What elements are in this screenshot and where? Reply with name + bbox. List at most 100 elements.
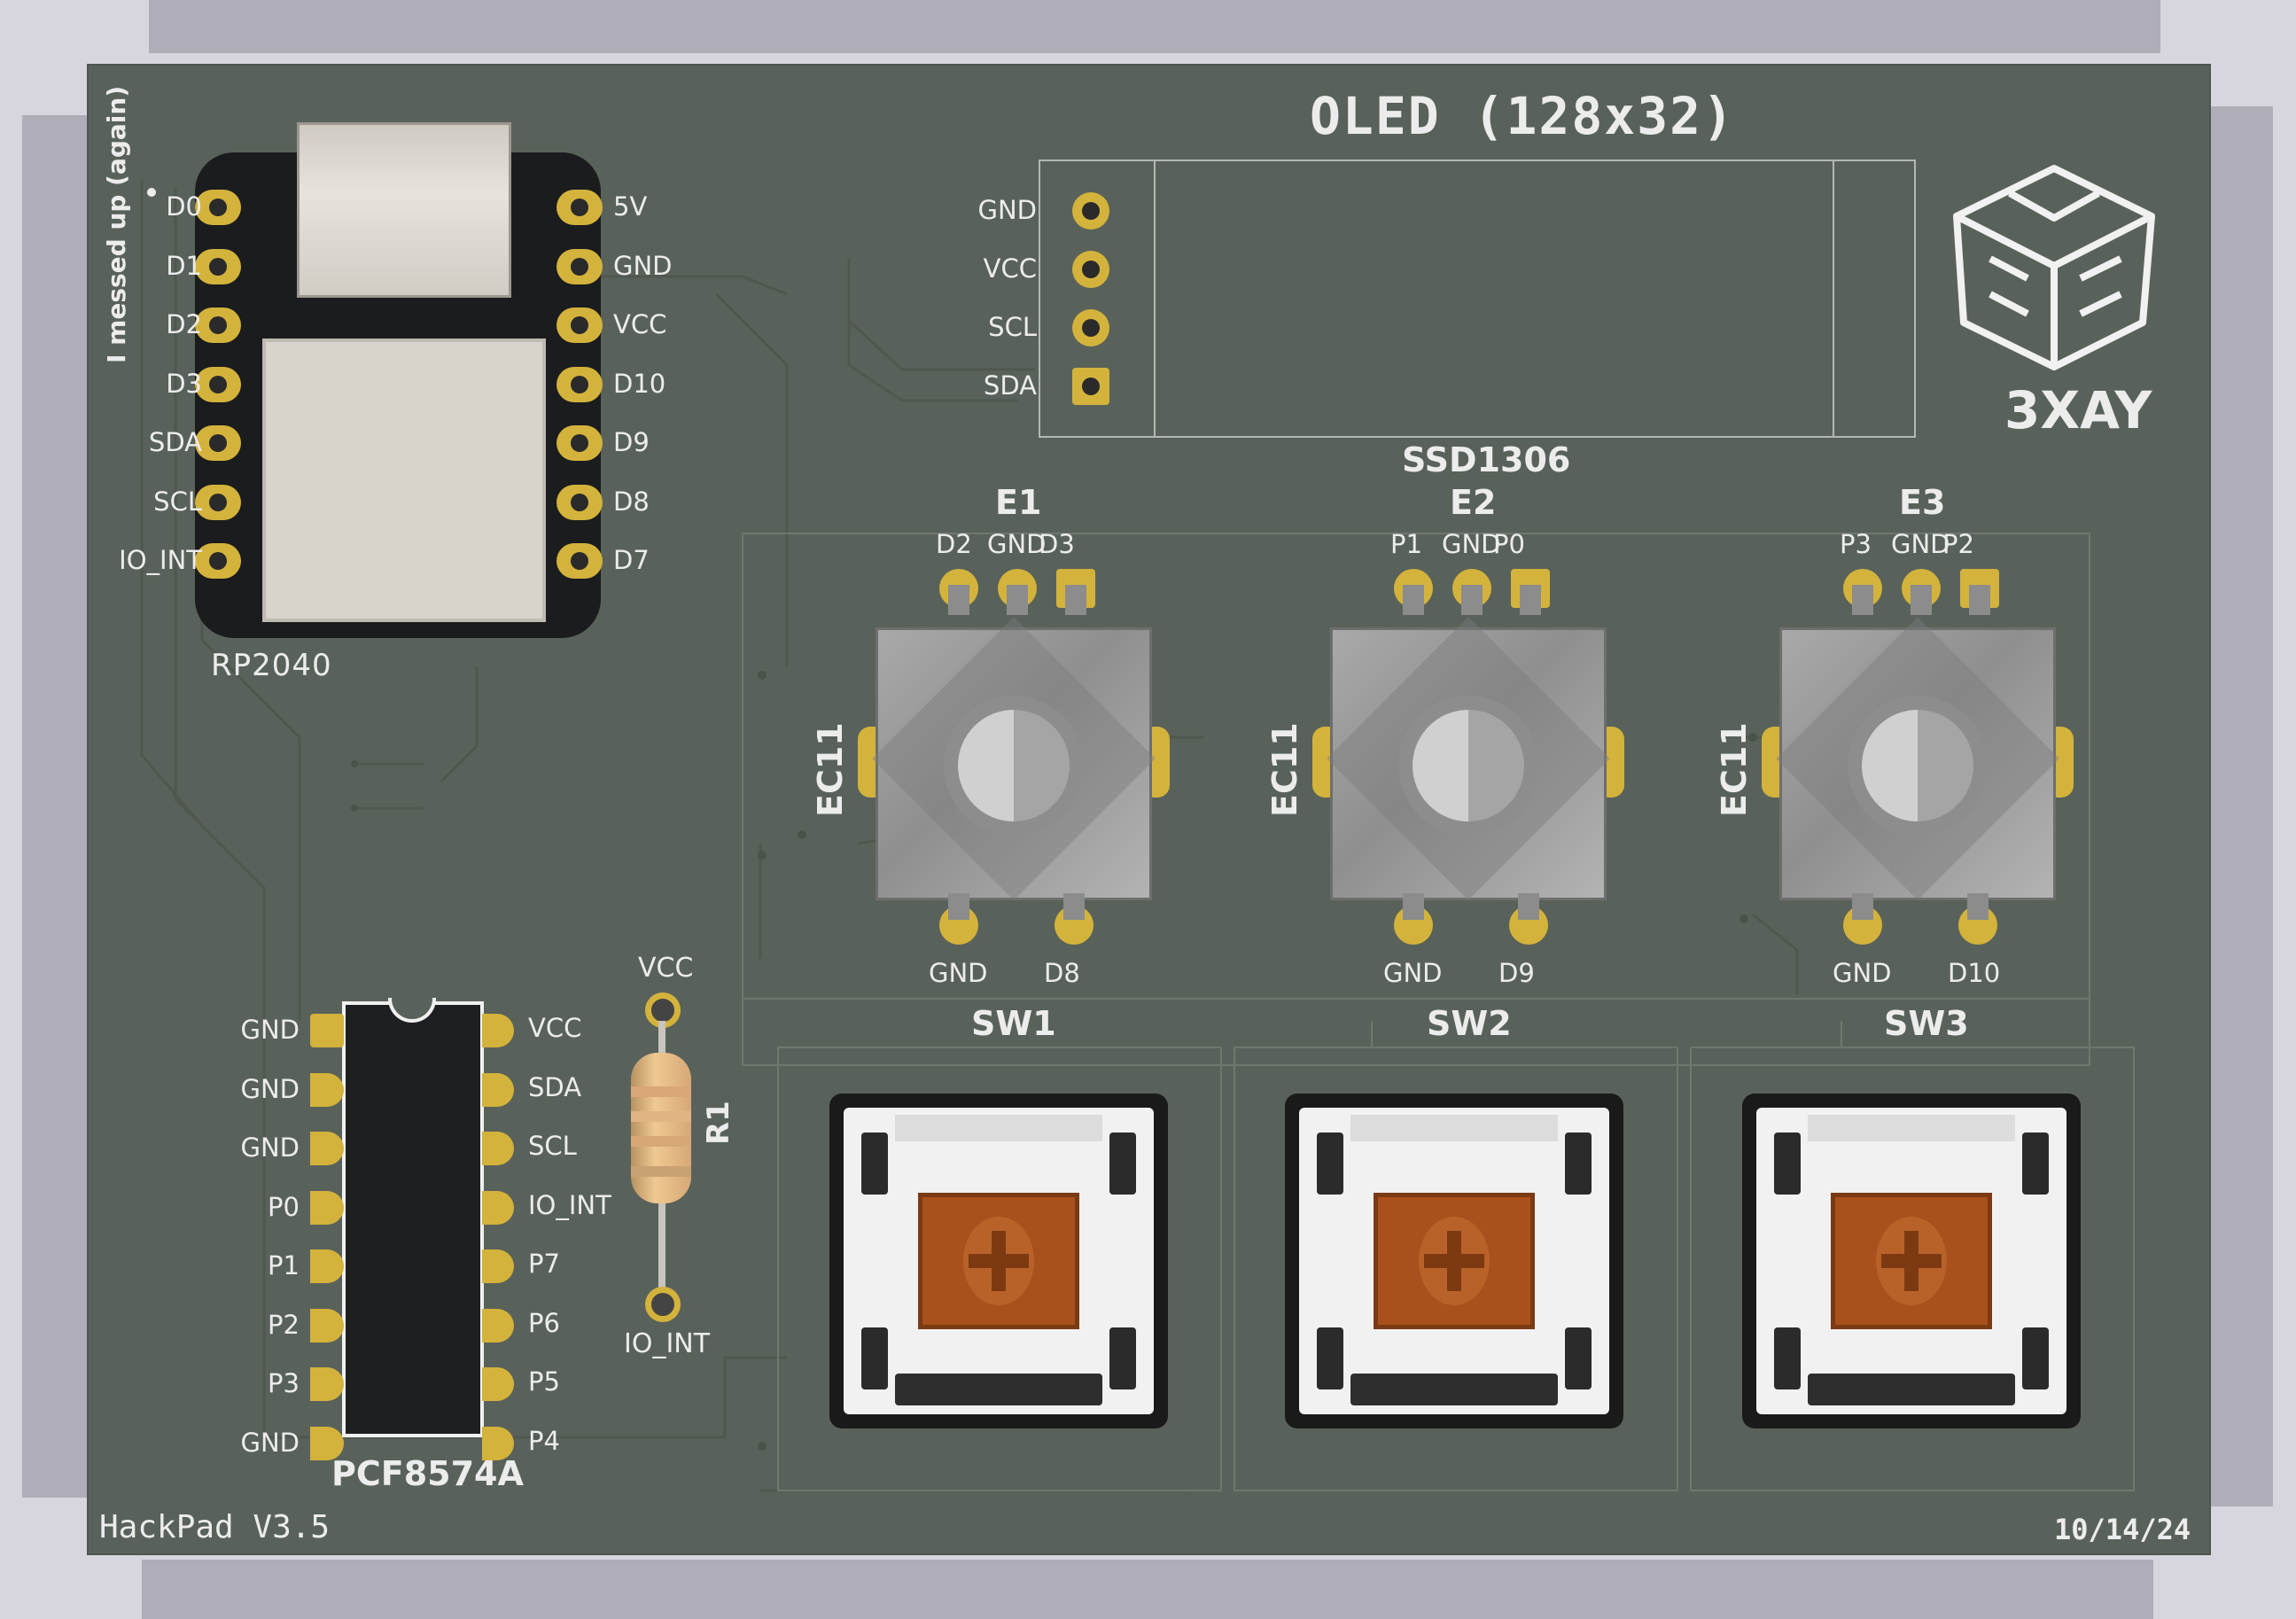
oled-title: OLED (128x32) <box>1310 86 1735 146</box>
oled-outline <box>1039 160 1916 438</box>
encoder-body <box>1327 617 1610 900</box>
expander-pad-left <box>310 1190 344 1225</box>
mx-switch[interactable] <box>1742 1094 2081 1428</box>
mcu-pin-label-right: VCC <box>613 309 667 339</box>
encoder-lead <box>1969 585 1990 615</box>
oled-pin-label: SCL <box>988 312 1037 342</box>
expander-pin-label-left: P1 <box>268 1250 300 1280</box>
expander-pad-left <box>310 1132 344 1165</box>
encoder-lead <box>948 585 969 615</box>
oled-display-area-left-border <box>1154 160 1156 436</box>
mx-switch[interactable] <box>1285 1094 1623 1428</box>
logo-text: 3XAY <box>2004 380 2152 440</box>
background-shadow-right <box>2211 106 2273 1506</box>
encoder-top-pin-label: GND <box>987 529 1047 559</box>
encoder-ref: E3 <box>1899 483 1946 522</box>
encoder-lead <box>948 893 969 920</box>
encoder-type-label: EC11 <box>811 722 850 817</box>
encoder-lead <box>1518 893 1539 920</box>
encoder-type-label: EC11 <box>1715 722 1754 817</box>
mcu-pin-label-left: D3 <box>166 368 202 399</box>
encoder-lead <box>1063 893 1085 920</box>
mcu-pin-label-left: D2 <box>166 309 202 339</box>
encoder-type-label: EC11 <box>1265 722 1304 817</box>
mcu-pin-pad-right <box>556 190 603 225</box>
mcu-pin-pad-right <box>556 307 603 343</box>
encoder-shaft[interactable] <box>1862 710 1973 821</box>
expander-pin-label-right: VCC <box>528 1013 582 1043</box>
expander-pin-label-left: P2 <box>268 1309 300 1340</box>
encoder-top-pin-label: P0 <box>1493 529 1525 559</box>
usb-c-connector <box>297 122 511 298</box>
board-date: 10/14/24 <box>2054 1513 2191 1546</box>
encoder-lead <box>1065 585 1086 615</box>
encoder-bottom-pin-label: GND <box>929 958 988 988</box>
oled-pin-label: VCC <box>983 253 1037 284</box>
encoder-shaft[interactable] <box>1413 710 1524 821</box>
resistor-body <box>631 1053 691 1203</box>
mcu-pin-pad-right <box>556 484 603 520</box>
oled-pin-pad <box>1072 251 1109 288</box>
expander-pin-label-left: GND <box>240 1427 300 1458</box>
expander-part-label: PCF8574A <box>331 1454 524 1493</box>
expander-pin-label-left: GND <box>240 1015 300 1045</box>
expander-pad-left <box>310 1072 344 1107</box>
mcu-pin-pad-right <box>556 425 603 461</box>
encoder-top-pin-label: GND <box>1442 529 1501 559</box>
encoder-top-pin-label: P3 <box>1840 529 1872 559</box>
switch-stem <box>918 1193 1079 1329</box>
encoder-lead <box>1007 585 1028 615</box>
expander-pin-label-left: GND <box>240 1073 300 1104</box>
mcu-pin-label-right: D8 <box>613 486 650 517</box>
expander-pin-label-right: P4 <box>528 1425 560 1456</box>
oled-display-area-right-border <box>1833 160 1834 436</box>
mcu-pin-pad-right <box>556 366 603 402</box>
expander-pad-left <box>310 1367 344 1401</box>
pcf8574a-chip <box>342 1001 484 1437</box>
expander-pin-label-right: SDA <box>528 1071 582 1102</box>
mcu-pin-label-left: SDA <box>148 427 202 457</box>
mx-switch[interactable] <box>829 1094 1168 1428</box>
encoder-lead <box>1852 893 1873 920</box>
background-shadow-left <box>22 115 87 1498</box>
expander-pin-label-left: P0 <box>268 1191 300 1222</box>
expander-pad-right <box>482 1308 514 1343</box>
encoder-top-pin-label: GND <box>1891 529 1950 559</box>
encoder-bottom-pin-label: D9 <box>1498 958 1535 988</box>
expander-pad-right <box>482 1190 514 1225</box>
board-name: HackPad V3.5 <box>99 1509 331 1545</box>
switch-ref: SW3 <box>1884 1004 1969 1043</box>
encoder-ref: E1 <box>995 483 1042 522</box>
encoder-bottom-pin-label: GND <box>1383 958 1443 988</box>
expander-pin-label-right: P5 <box>528 1366 560 1397</box>
encoder-shaft[interactable] <box>958 710 1070 821</box>
oled-pin-label: SDA <box>983 370 1037 401</box>
switch-stem <box>1374 1193 1535 1329</box>
encoder-lead <box>1967 893 1989 920</box>
mcu-pin-pad-right <box>556 248 603 284</box>
resistor-top-net: VCC <box>638 953 694 984</box>
encoder-lead <box>1520 585 1541 615</box>
encoder-ref: E2 <box>1450 483 1497 522</box>
mcu-pin-label-right: D10 <box>613 368 666 399</box>
mcu-pin-label-right: 5V <box>613 191 648 222</box>
pcb-board: D0 D1 D2 D3 SDA SCL IO_INT 5V GND VCC D10 D9 D8 D7 R… <box>87 64 2211 1555</box>
expander-pin-label-left: GND <box>240 1133 300 1163</box>
expander-pin-label-left: P3 <box>268 1368 300 1398</box>
switch-stem <box>1831 1193 1992 1329</box>
expander-pin-label-right: SCL <box>528 1131 577 1161</box>
encoder-lead <box>1852 585 1873 615</box>
switch-ref: SW1 <box>971 1004 1056 1043</box>
oled-pin-pad <box>1072 309 1109 346</box>
background-shadow-top <box>149 0 2160 53</box>
oled-pin-pad <box>1072 368 1109 405</box>
encoder-lead <box>1403 893 1424 920</box>
switch-ref: SW2 <box>1427 1004 1512 1043</box>
encoder-bottom-pin-label: D10 <box>1948 958 2001 988</box>
rp2040-shield-can <box>262 339 546 622</box>
oled-pin-pad <box>1072 192 1109 230</box>
encoder-body <box>1776 617 2059 900</box>
expander-pin-label-right: P7 <box>528 1249 560 1279</box>
encoder-top-pin-label: P1 <box>1390 529 1422 559</box>
mcu-pin-label-left: IO_INT <box>119 545 202 575</box>
